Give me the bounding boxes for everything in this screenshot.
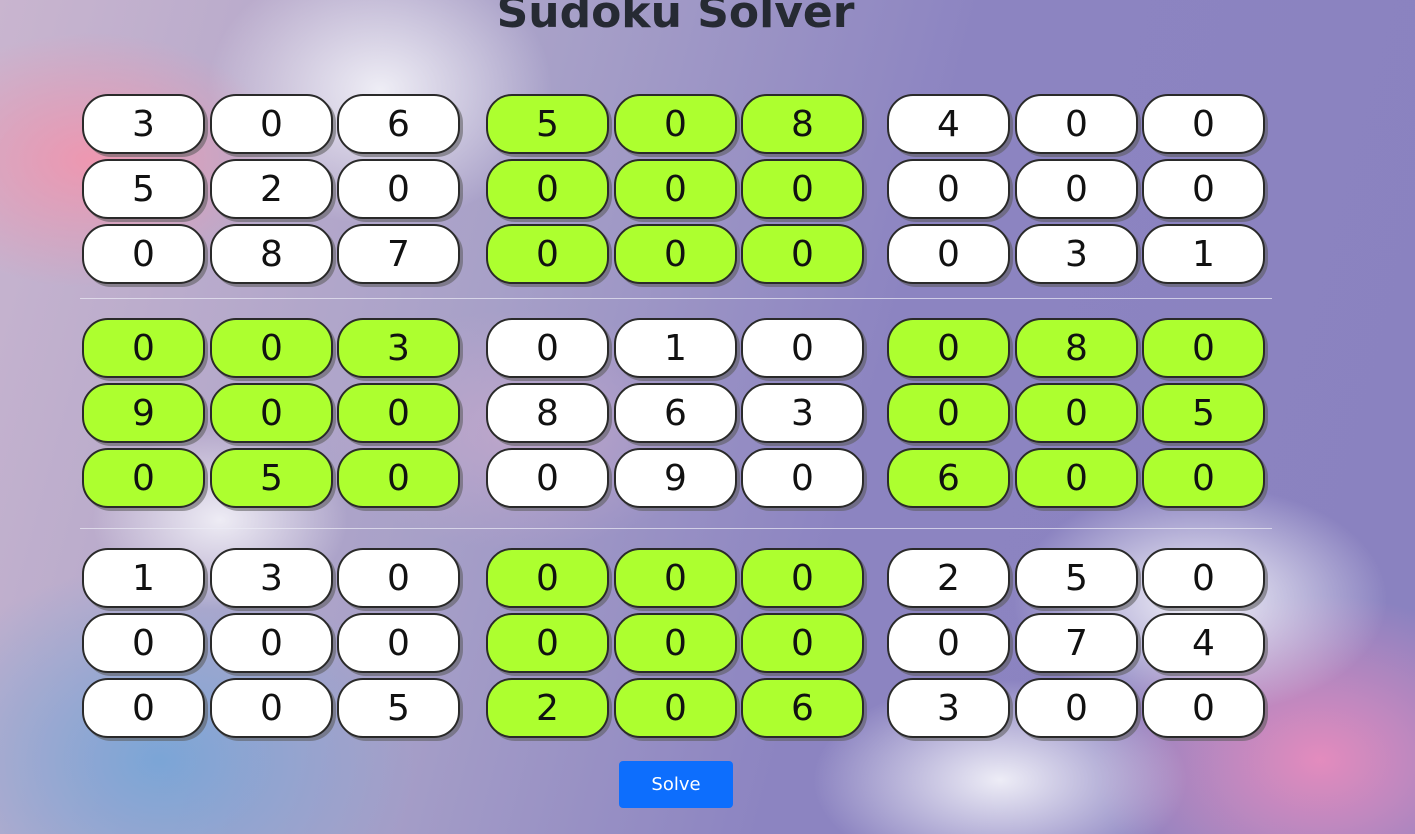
sudoku-cell-r4-c3[interactable]: 3 — [337, 318, 460, 378]
sudoku-cell-r1-c3[interactable]: 6 — [337, 94, 460, 154]
sudoku-cell-r8-c1[interactable]: 0 — [82, 613, 205, 673]
sudoku-cell-r4-c2[interactable]: 0 — [210, 318, 333, 378]
block-divider — [80, 298, 1272, 299]
sudoku-cell-r3-c6[interactable]: 0 — [741, 224, 864, 284]
sudoku-cell-r5-c2[interactable]: 0 — [210, 383, 333, 443]
block-divider — [80, 528, 1272, 529]
sudoku-cell-r7-c5[interactable]: 0 — [614, 548, 737, 608]
sudoku-cell-r4-c7[interactable]: 0 — [887, 318, 1010, 378]
sudoku-cell-r7-c7[interactable]: 2 — [887, 548, 1010, 608]
sudoku-cell-r7-c1[interactable]: 1 — [82, 548, 205, 608]
sudoku-cell-r2-c8[interactable]: 0 — [1015, 159, 1138, 219]
sudoku-cell-r2-c6[interactable]: 0 — [741, 159, 864, 219]
sudoku-cell-r4-c4[interactable]: 0 — [486, 318, 609, 378]
sudoku-cell-r3-c8[interactable]: 3 — [1015, 224, 1138, 284]
sudoku-cell-r5-c1[interactable]: 9 — [82, 383, 205, 443]
sudoku-cell-r7-c8[interactable]: 5 — [1015, 548, 1138, 608]
sudoku-cell-r2-c4[interactable]: 0 — [486, 159, 609, 219]
sudoku-cell-r6-c9[interactable]: 0 — [1142, 448, 1265, 508]
sudoku-cell-r2-c5[interactable]: 0 — [614, 159, 737, 219]
sudoku-cell-r1-c2[interactable]: 0 — [210, 94, 333, 154]
sudoku-cell-r9-c4[interactable]: 2 — [486, 678, 609, 738]
sudoku-cell-r8-c6[interactable]: 0 — [741, 613, 864, 673]
sudoku-cell-r2-c3[interactable]: 0 — [337, 159, 460, 219]
sudoku-cell-r3-c3[interactable]: 7 — [337, 224, 460, 284]
sudoku-cell-r3-c7[interactable]: 0 — [887, 224, 1010, 284]
sudoku-cell-r6-c5[interactable]: 9 — [614, 448, 737, 508]
sudoku-cell-r2-c9[interactable]: 0 — [1142, 159, 1265, 219]
sudoku-cell-r8-c3[interactable]: 0 — [337, 613, 460, 673]
sudoku-cell-r3-c1[interactable]: 0 — [82, 224, 205, 284]
sudoku-cell-r1-c5[interactable]: 0 — [614, 94, 737, 154]
sudoku-cell-r1-c7[interactable]: 4 — [887, 94, 1010, 154]
sudoku-cell-r5-c4[interactable]: 8 — [486, 383, 609, 443]
sudoku-cell-r3-c4[interactable]: 0 — [486, 224, 609, 284]
sudoku-cell-r9-c3[interactable]: 5 — [337, 678, 460, 738]
sudoku-cell-r8-c9[interactable]: 4 — [1142, 613, 1265, 673]
sudoku-cell-r1-c1[interactable]: 3 — [82, 94, 205, 154]
sudoku-cell-r9-c6[interactable]: 6 — [741, 678, 864, 738]
sudoku-cell-r6-c2[interactable]: 5 — [210, 448, 333, 508]
sudoku-cell-r8-c7[interactable]: 0 — [887, 613, 1010, 673]
sudoku-cell-r3-c2[interactable]: 8 — [210, 224, 333, 284]
sudoku-cell-r3-c5[interactable]: 0 — [614, 224, 737, 284]
sudoku-cell-r5-c7[interactable]: 0 — [887, 383, 1010, 443]
sudoku-cell-r6-c3[interactable]: 0 — [337, 448, 460, 508]
sudoku-cell-r7-c6[interactable]: 0 — [741, 548, 864, 608]
sudoku-cell-r2-c7[interactable]: 0 — [887, 159, 1010, 219]
sudoku-cell-r4-c9[interactable]: 0 — [1142, 318, 1265, 378]
solve-button[interactable]: Solve — [619, 761, 733, 808]
sudoku-cell-r2-c1[interactable]: 5 — [82, 159, 205, 219]
sudoku-cell-r9-c1[interactable]: 0 — [82, 678, 205, 738]
page-title: Sudoku Solver — [496, 0, 855, 38]
sudoku-cell-r5-c3[interactable]: 0 — [337, 383, 460, 443]
sudoku-cell-r1-c6[interactable]: 8 — [741, 94, 864, 154]
sudoku-cell-r9-c2[interactable]: 0 — [210, 678, 333, 738]
sudoku-cell-r5-c6[interactable]: 3 — [741, 383, 864, 443]
sudoku-cell-r6-c6[interactable]: 0 — [741, 448, 864, 508]
sudoku-cell-r5-c8[interactable]: 0 — [1015, 383, 1138, 443]
sudoku-cell-r1-c9[interactable]: 0 — [1142, 94, 1265, 154]
sudoku-cell-r9-c8[interactable]: 0 — [1015, 678, 1138, 738]
sudoku-cell-r7-c3[interactable]: 0 — [337, 548, 460, 608]
sudoku-cell-r6-c7[interactable]: 6 — [887, 448, 1010, 508]
sudoku-cell-r6-c4[interactable]: 0 — [486, 448, 609, 508]
sudoku-cell-r2-c2[interactable]: 2 — [210, 159, 333, 219]
sudoku-cell-r8-c4[interactable]: 0 — [486, 613, 609, 673]
sudoku-cell-r5-c9[interactable]: 5 — [1142, 383, 1265, 443]
sudoku-cell-r4-c6[interactable]: 0 — [741, 318, 864, 378]
sudoku-cell-r4-c5[interactable]: 1 — [614, 318, 737, 378]
sudoku-cell-r4-c1[interactable]: 0 — [82, 318, 205, 378]
sudoku-cell-r3-c9[interactable]: 1 — [1142, 224, 1265, 284]
sudoku-cell-r4-c8[interactable]: 8 — [1015, 318, 1138, 378]
sudoku-cell-r9-c5[interactable]: 0 — [614, 678, 737, 738]
sudoku-cell-r8-c5[interactable]: 0 — [614, 613, 737, 673]
sudoku-cell-r1-c4[interactable]: 5 — [486, 94, 609, 154]
sudoku-cell-r7-c2[interactable]: 3 — [210, 548, 333, 608]
sudoku-cell-r7-c4[interactable]: 0 — [486, 548, 609, 608]
sudoku-cell-r9-c9[interactable]: 0 — [1142, 678, 1265, 738]
sudoku-cell-r7-c9[interactable]: 0 — [1142, 548, 1265, 608]
sudoku-cell-r8-c8[interactable]: 7 — [1015, 613, 1138, 673]
sudoku-cell-r1-c8[interactable]: 0 — [1015, 94, 1138, 154]
sudoku-cell-r8-c2[interactable]: 0 — [210, 613, 333, 673]
sudoku-cell-r6-c8[interactable]: 0 — [1015, 448, 1138, 508]
sudoku-cell-r9-c7[interactable]: 3 — [887, 678, 1010, 738]
sudoku-cell-r6-c1[interactable]: 0 — [82, 448, 205, 508]
sudoku-cell-r5-c5[interactable]: 6 — [614, 383, 737, 443]
